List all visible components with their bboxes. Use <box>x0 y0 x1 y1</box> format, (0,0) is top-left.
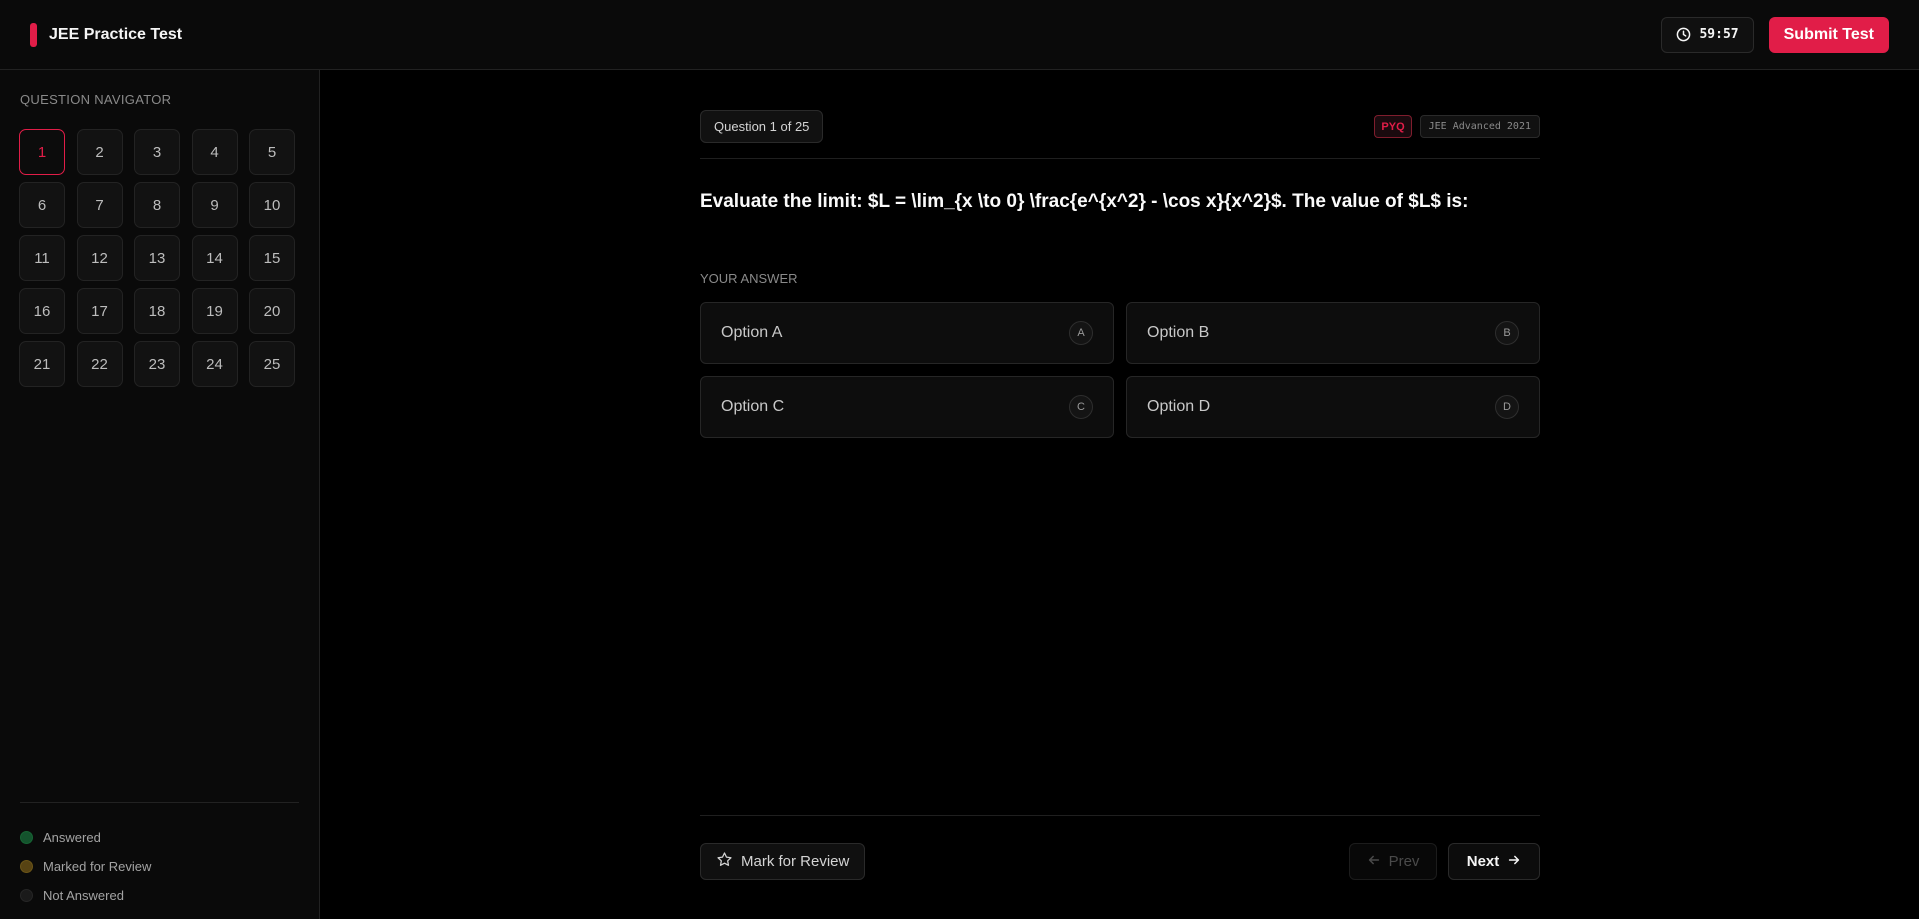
legend-answered: Answered <box>20 823 299 852</box>
star-icon <box>716 851 733 872</box>
review-dot-icon <box>20 860 33 873</box>
legend-review-label: Marked for Review <box>43 859 152 874</box>
option-label: Option C <box>721 398 785 415</box>
question-nav-button-13[interactable]: 13 <box>134 235 180 281</box>
question-text: Evaluate the limit: $L = \lim_{x \to 0} … <box>700 191 1469 212</box>
answered-dot-icon <box>20 831 33 844</box>
mark-for-review-button[interactable]: Mark for Review <box>700 843 866 880</box>
legend-not-answered: Not Answered <box>20 881 299 910</box>
question-tags: PYQ JEE Advanced 2021 <box>1374 115 1540 138</box>
header-actions: 59:57 Submit Test <box>1661 16 1889 53</box>
option-d[interactable]: Option D D <box>1126 376 1540 438</box>
prev-button[interactable]: Prev <box>1349 843 1437 880</box>
option-label: Option D <box>1147 398 1211 415</box>
question-nav-button-2[interactable]: 2 <box>76 129 123 175</box>
question-navigator-sidebar: QUESTION NAVIGATOR 1 2 3 4 5 6 7 8 9 10 11 12 13 14 15… <box>0 70 320 919</box>
arrow-left-icon <box>1367 853 1381 871</box>
question-nav-button-22[interactable]: 22 <box>76 341 123 387</box>
question-nav-button-10[interactable]: 10 <box>249 182 295 228</box>
question-nav-button-24[interactable]: 24 <box>191 341 238 387</box>
question-nav-button-3[interactable]: 3 <box>134 129 180 175</box>
question-nav-button-8[interactable]: 8 <box>134 182 180 228</box>
question-nav-button-21[interactable]: 21 <box>19 341 65 387</box>
top-bar: JEE Practice Test 59:57 Submit Test <box>0 0 1919 70</box>
navigator-title: QUESTION NAVIGATOR <box>20 92 172 107</box>
option-key-badge: B <box>1495 321 1519 345</box>
status-legend: Answered Marked for Review Not Answered <box>20 802 299 910</box>
pyq-badge: PYQ <box>1374 115 1412 138</box>
question-nav-button-9[interactable]: 9 <box>191 182 238 228</box>
question-nav-button-14[interactable]: 14 <box>191 235 238 281</box>
option-a[interactable]: Option A A <box>700 302 1114 364</box>
divider <box>700 158 1540 159</box>
option-key-badge: C <box>1069 395 1093 419</box>
option-key-badge: A <box>1069 321 1093 345</box>
question-meta: Question 1 of 25 PYQ JEE Advanced 2021 <box>700 110 1540 143</box>
question-nav-button-19[interactable]: 19 <box>191 288 238 334</box>
next-button[interactable]: Next <box>1448 843 1540 880</box>
brand-logo-icon <box>30 22 37 47</box>
question-nav-button-7[interactable]: 7 <box>76 182 123 228</box>
clock-icon <box>1676 27 1691 42</box>
app-title: JEE Practice Test <box>49 25 183 43</box>
answer-section-label: YOUR ANSWER <box>700 271 798 286</box>
timer-value: 59:57 <box>1699 27 1739 42</box>
prev-label: Prev <box>1388 853 1420 870</box>
question-nav-button-25[interactable]: 25 <box>249 341 295 387</box>
legend-marked-for-review: Marked for Review <box>20 852 299 881</box>
question-nav-button-11[interactable]: 11 <box>19 235 65 281</box>
legend-answered-label: Answered <box>43 830 101 845</box>
next-label: Next <box>1466 853 1500 870</box>
option-key-badge: D <box>1495 395 1519 419</box>
option-c[interactable]: Option C C <box>700 376 1114 438</box>
question-nav-button-5[interactable]: 5 <box>249 129 295 175</box>
question-nav-button-20[interactable]: 20 <box>249 288 295 334</box>
question-nav-button-4[interactable]: 4 <box>191 129 238 175</box>
brand: JEE Practice Test <box>30 22 183 47</box>
option-b[interactable]: Option B B <box>1126 302 1540 364</box>
question-nav-button-23[interactable]: 23 <box>134 341 180 387</box>
question-nav-button-6[interactable]: 6 <box>19 182 65 228</box>
question-panel: Question 1 of 25 PYQ JEE Advanced 2021 E… <box>700 70 1540 919</box>
question-nav-button-18[interactable]: 18 <box>134 288 180 334</box>
question-grid: 1 2 3 4 5 6 7 8 9 10 11 12 13 14 15 16 17 18 19 20 21 22 23 24 2… <box>19 129 295 387</box>
submit-test-button[interactable]: Submit Test <box>1768 16 1889 53</box>
option-label: Option B <box>1147 324 1210 341</box>
question-nav-button-1[interactable]: 1 <box>19 129 65 175</box>
option-label: Option A <box>721 324 783 341</box>
not-answered-dot-icon <box>20 889 33 902</box>
options-grid: Option A A Option B B Option C C Option … <box>700 302 1540 438</box>
exam-badge: JEE Advanced 2021 <box>1419 115 1540 138</box>
timer: 59:57 <box>1661 16 1754 53</box>
arrow-right-icon <box>1507 853 1521 871</box>
question-nav-button-17[interactable]: 17 <box>76 288 123 334</box>
divider <box>700 815 1540 816</box>
mark-for-review-label: Mark for Review <box>741 853 850 870</box>
question-counter: Question 1 of 25 <box>700 110 824 143</box>
question-nav-button-15[interactable]: 15 <box>249 235 295 281</box>
legend-not-answered-label: Not Answered <box>43 888 124 903</box>
question-nav-button-12[interactable]: 12 <box>76 235 123 281</box>
question-nav-button-16[interactable]: 16 <box>19 288 65 334</box>
